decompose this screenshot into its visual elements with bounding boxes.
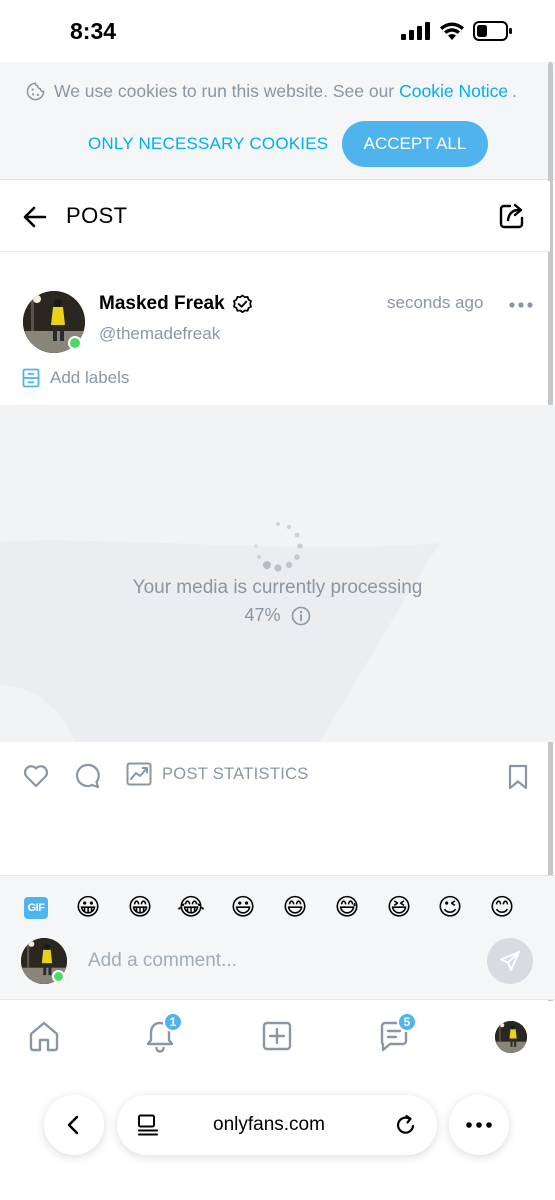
add-labels-button[interactable]: Add labels	[22, 368, 129, 388]
comment-input[interactable]	[88, 944, 468, 978]
media-placeholder: Your media is currently processing 47%	[0, 405, 555, 742]
labels-icon	[22, 368, 40, 388]
reload-icon[interactable]	[394, 1113, 418, 1137]
bookmark-icon[interactable]	[507, 764, 529, 790]
back-arrow-icon[interactable]	[20, 202, 50, 232]
chevron-left-icon	[67, 1115, 79, 1135]
cookie-notice-link[interactable]: Cookie Notice	[399, 81, 508, 102]
online-status-dot	[68, 336, 82, 350]
nav-messages[interactable]: 5	[375, 1012, 417, 1055]
statistics-chart-icon	[126, 762, 152, 786]
send-comment-button[interactable]	[487, 938, 533, 984]
avatar-image	[495, 1021, 527, 1053]
nav-add-post[interactable]	[258, 1017, 296, 1055]
online-status-dot	[52, 970, 65, 983]
emoji-button[interactable]: 😀	[72, 892, 104, 924]
author-handle[interactable]: @themadefreak	[99, 324, 220, 344]
share-icon[interactable]	[497, 201, 527, 231]
browser-more-button[interactable]	[449, 1095, 509, 1155]
add-labels-text[interactable]: Add labels	[50, 368, 129, 388]
more-horizontal-icon	[466, 1122, 492, 1128]
notifications-badge: 1	[163, 1012, 183, 1032]
nav-notifications[interactable]: 1	[141, 1012, 183, 1055]
messages-badge: 5	[397, 1012, 417, 1032]
add-post-icon	[262, 1021, 292, 1051]
bottom-navigation: 1 5	[0, 1001, 555, 1071]
page-title: POST	[66, 203, 128, 228]
author-name[interactable]: Masked Freak	[99, 293, 225, 315]
browser-url-text[interactable]: onlyfans.com	[213, 1114, 325, 1136]
more-options-icon[interactable]	[508, 298, 534, 312]
nav-home[interactable]	[25, 1017, 63, 1055]
post-header: POST	[0, 181, 550, 252]
emoji-bar: GIF 😀 😁 😂 😃 😄 😅 😆 😉 😊	[0, 892, 555, 926]
emoji-button[interactable]: 😂	[175, 892, 207, 924]
comment-composer: GIF 😀 😁 😂 😃 😄 😅 😆 😉 😊	[0, 875, 555, 1000]
like-heart-icon[interactable]	[22, 762, 50, 790]
author-name-row[interactable]: Masked Freak	[99, 293, 253, 315]
status-time: 8:34	[70, 18, 117, 44]
post-statistics-button[interactable]: POST STATISTICS	[126, 762, 309, 786]
info-icon[interactable]	[291, 606, 311, 626]
emoji-button[interactable]: 😉	[434, 892, 466, 924]
nav-profile-avatar[interactable]	[495, 1021, 527, 1053]
send-icon	[500, 951, 520, 971]
media-processing-text: Your media is currently processing	[132, 577, 423, 598]
cookie-suffix: .	[512, 81, 517, 101]
media-progress-percent: 47%	[244, 605, 281, 625]
only-necessary-cookies-button[interactable]: ONLY NECESSARY COOKIES	[76, 121, 340, 167]
loading-spinner-icon	[254, 522, 303, 572]
cookie-message: We use cookies to run this website. See …	[54, 81, 395, 101]
tab-menu-icon[interactable]	[136, 1113, 160, 1137]
verified-badge-icon	[232, 294, 252, 313]
post-statistics-label[interactable]: POST STATISTICS	[162, 765, 309, 784]
battery-icon	[473, 21, 512, 41]
emoji-button[interactable]: 😆	[383, 892, 415, 924]
emoji-button[interactable]: 😊	[486, 892, 518, 924]
cookie-icon	[26, 82, 45, 101]
browser-back-button[interactable]	[44, 1095, 104, 1155]
home-icon	[29, 1021, 59, 1052]
comment-bubble-icon[interactable]	[74, 762, 102, 790]
gif-button[interactable]: GIF	[24, 897, 48, 919]
emoji-button[interactable]: 😁	[124, 892, 156, 924]
cookie-text: We use cookies to run this website. See …	[26, 81, 517, 102]
media-progress-row: 47%	[0, 605, 555, 626]
browser-toolbar: onlyfans.com	[0, 1071, 555, 1200]
emoji-button[interactable]: 😄	[279, 892, 311, 924]
emoji-button[interactable]: 😅	[331, 892, 363, 924]
wifi-icon	[440, 22, 464, 40]
browser-address-bar[interactable]: onlyfans.com	[117, 1095, 437, 1155]
status-bar: 8:34	[0, 0, 555, 62]
signal-icon	[401, 22, 430, 40]
post-timestamp: seconds ago	[387, 293, 484, 312]
accept-all-cookies-button[interactable]: ACCEPT ALL	[342, 121, 488, 167]
media-background-shape	[0, 540, 440, 742]
status-icons	[401, 21, 513, 41]
emoji-button[interactable]: 😃	[227, 892, 259, 924]
